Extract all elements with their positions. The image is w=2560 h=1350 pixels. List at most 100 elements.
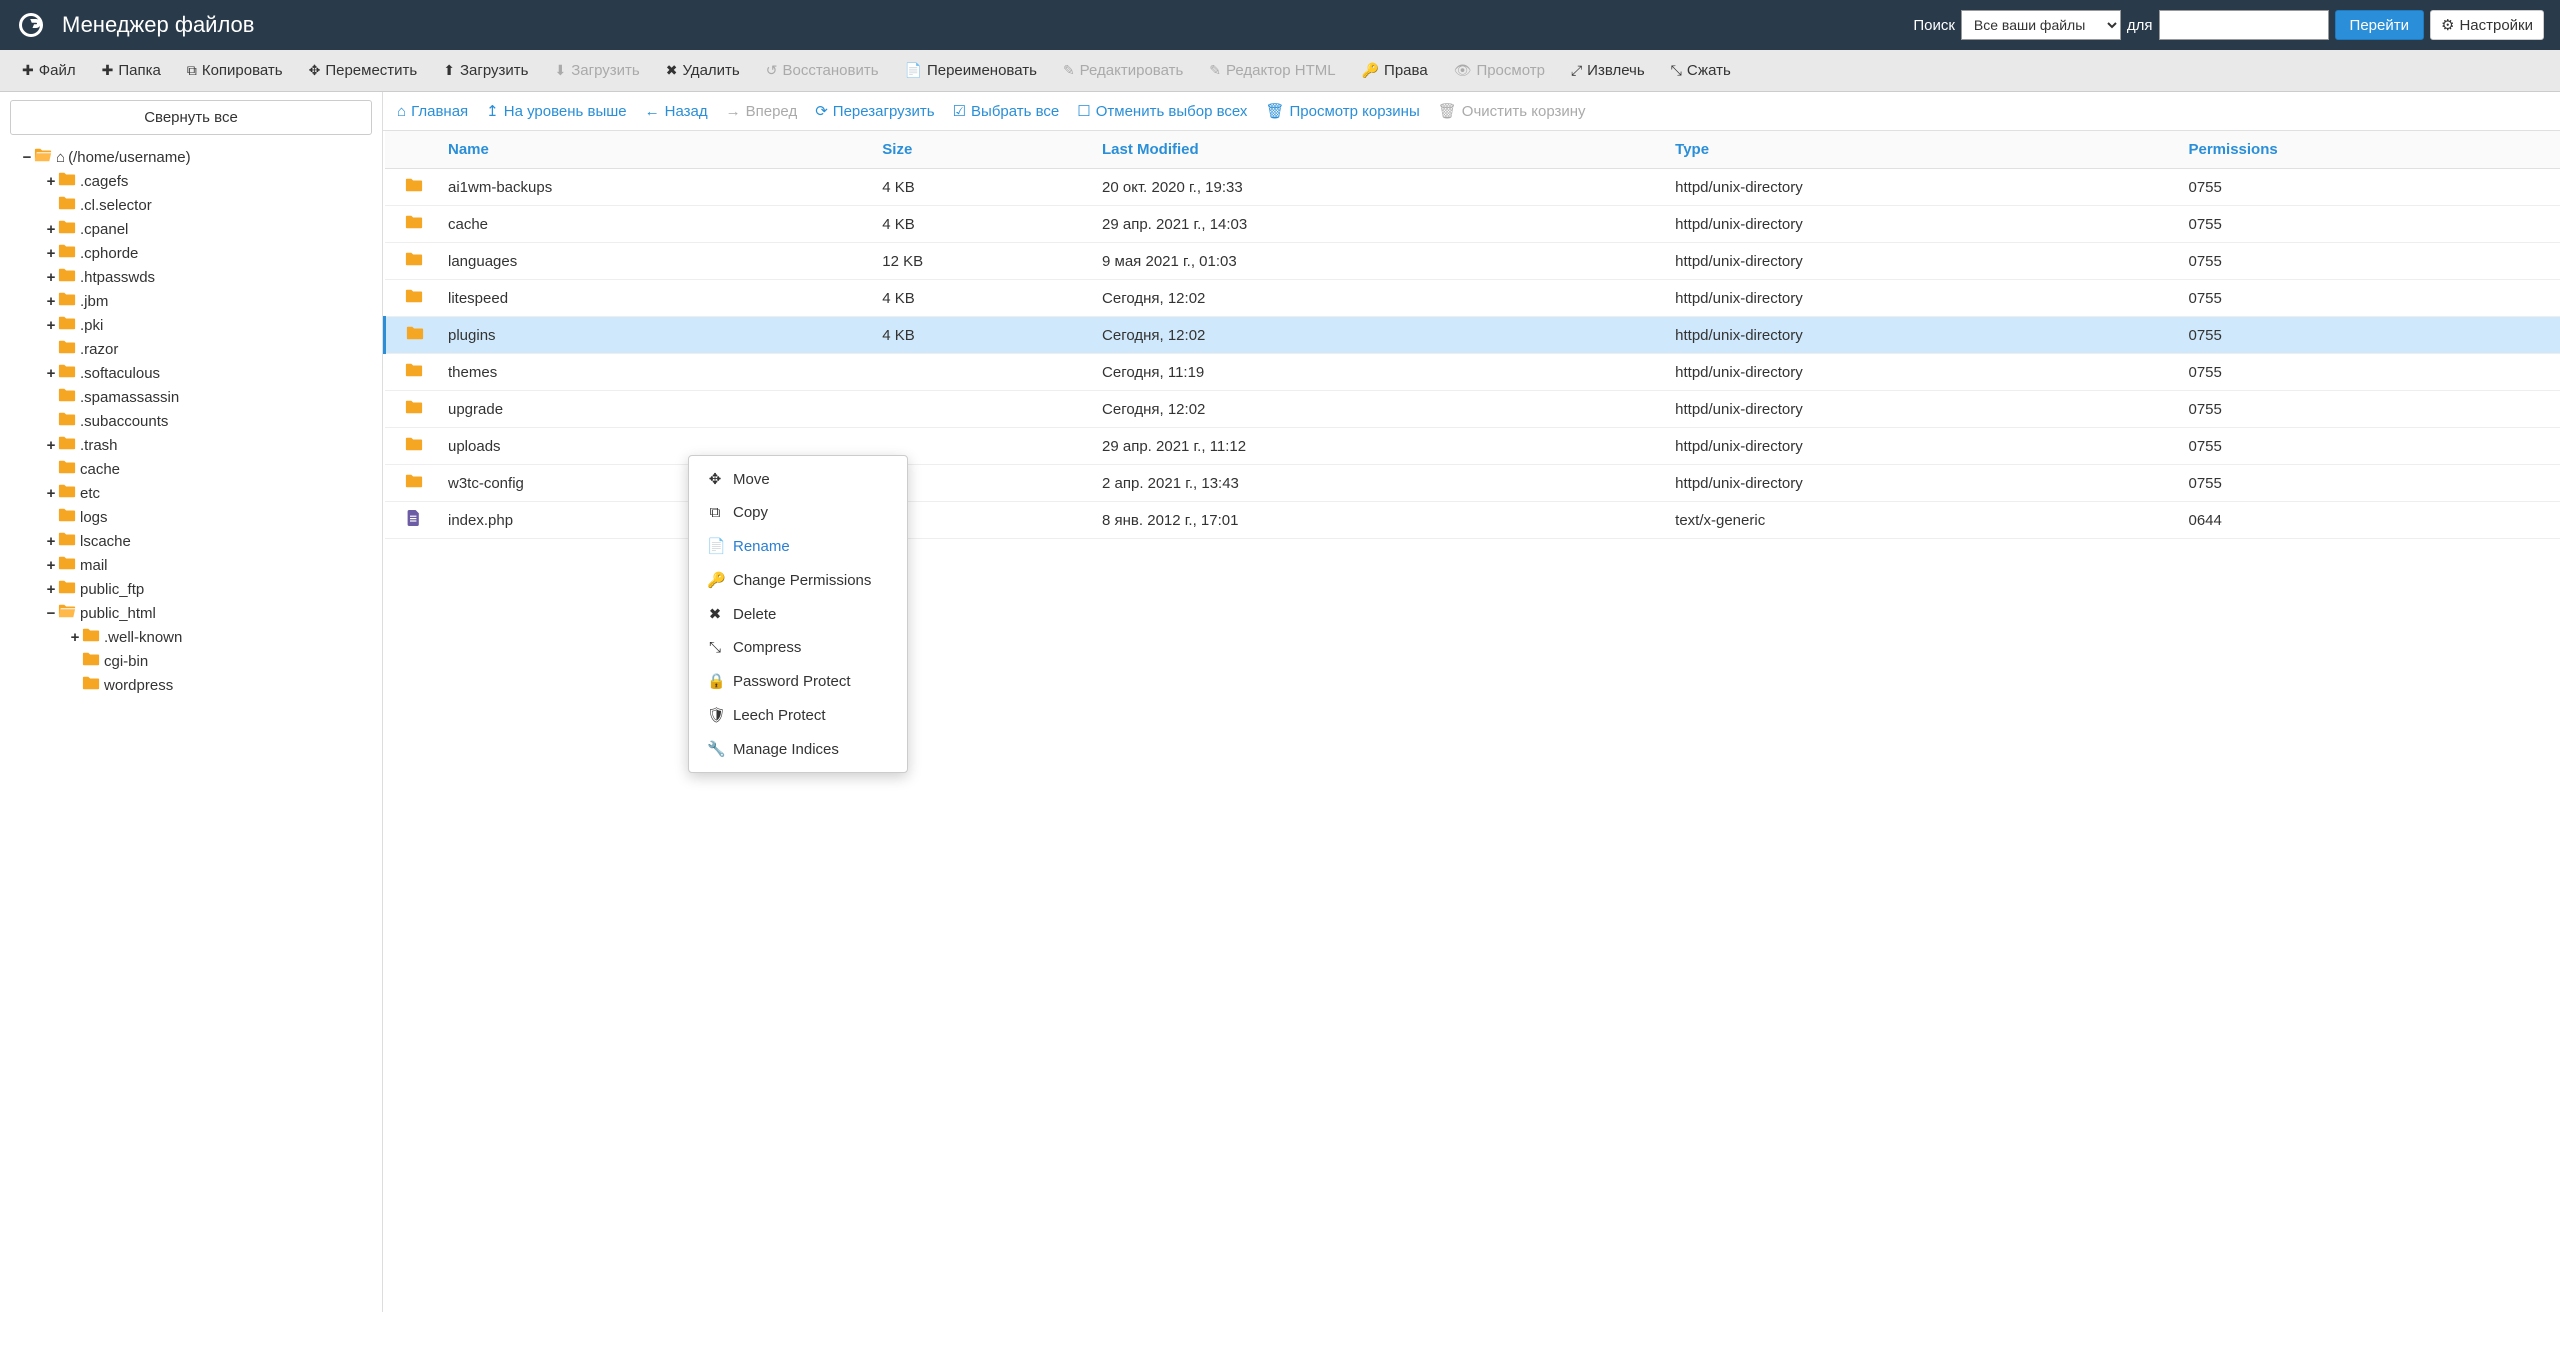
- tree-toggle[interactable]: +: [44, 485, 58, 502]
- ctx-leech[interactable]: 🛡Leech Protect: [689, 698, 907, 732]
- table-row[interactable]: upgrade Сегодня, 12:02 httpd/unix-direct…: [385, 391, 2560, 428]
- tree-item[interactable]: +.cpanel: [4, 217, 378, 241]
- ctx-rename[interactable]: 📄Rename: [689, 529, 907, 563]
- ctx-move[interactable]: ✥Move: [689, 462, 907, 496]
- tree-toggle[interactable]: +: [44, 269, 58, 286]
- search-go-button[interactable]: Перейти: [2335, 10, 2424, 40]
- tree-item[interactable]: +.jbm: [4, 289, 378, 313]
- tree-item[interactable]: +.trash: [4, 433, 378, 457]
- tree-item[interactable]: +.cagefs: [4, 169, 378, 193]
- nav-back[interactable]: ←Назад: [645, 103, 708, 120]
- tree-item[interactable]: +lscache: [4, 529, 378, 553]
- copy-icon: ⧉: [707, 504, 723, 521]
- table-row[interactable]: cache 4 KB 29 апр. 2021 г., 14:03 httpd/…: [385, 206, 2560, 243]
- search-scope-select[interactable]: Все ваши файлы: [1961, 10, 2121, 40]
- cell-type: httpd/unix-directory: [1663, 391, 2176, 428]
- html-editor-button[interactable]: ✎Редактор HTML: [1197, 56, 1347, 85]
- tree-item[interactable]: +.cphorde: [4, 241, 378, 265]
- tree-item[interactable]: .subaccounts: [4, 409, 378, 433]
- nav-view-trash[interactable]: 🗑Просмотр корзины: [1265, 102, 1419, 120]
- table-row[interactable]: plugins 4 KB Сегодня, 12:02 httpd/unix-d…: [385, 317, 2560, 354]
- nav-empty-trash[interactable]: 🗑Очистить корзину: [1438, 102, 1586, 120]
- col-size[interactable]: Size: [870, 131, 1090, 169]
- tree-item[interactable]: +public_ftp: [4, 577, 378, 601]
- tree-item[interactable]: cache: [4, 457, 378, 481]
- download-button[interactable]: ⬇Загрузить: [542, 56, 651, 85]
- tree-toggle[interactable]: −: [44, 605, 58, 622]
- folder-icon: [405, 214, 423, 234]
- tree-toggle[interactable]: −: [20, 149, 34, 166]
- tree-item[interactable]: +.softaculous: [4, 361, 378, 385]
- tree-item[interactable]: .spamassassin: [4, 385, 378, 409]
- tree-toggle[interactable]: +: [44, 317, 58, 334]
- upload-button[interactable]: ⬆Загрузить: [431, 56, 540, 85]
- tree-item[interactable]: +etc: [4, 481, 378, 505]
- collapse-all-button[interactable]: Свернуть все: [10, 100, 372, 135]
- restore-button[interactable]: ↺Восстановить: [754, 56, 891, 85]
- view-button[interactable]: 👁Просмотр: [1442, 56, 1557, 85]
- tree-item[interactable]: −public_html: [4, 601, 378, 625]
- cell-perms: 0755: [2177, 317, 2560, 354]
- tree-item[interactable]: +.pki: [4, 313, 378, 337]
- tree-toggle[interactable]: +: [44, 533, 58, 550]
- nav-up[interactable]: ↥На уровень выше: [486, 102, 626, 120]
- tree-toggle[interactable]: +: [44, 221, 58, 238]
- col-type[interactable]: Type: [1663, 131, 2176, 169]
- tree-item[interactable]: cgi-bin: [4, 649, 378, 673]
- delete-button[interactable]: ✖Удалить: [654, 56, 752, 85]
- tree-toggle[interactable]: +: [68, 629, 82, 646]
- move-button[interactable]: ✥Переместить: [297, 56, 430, 85]
- ctx-password[interactable]: 🔒Password Protect: [689, 664, 907, 698]
- x-icon: ✖: [666, 62, 678, 79]
- tree-item[interactable]: −⌂(/home/username): [4, 145, 378, 169]
- compress-button[interactable]: ⤡Сжать: [1659, 56, 1743, 85]
- tree-toggle[interactable]: +: [44, 437, 58, 454]
- folder-button[interactable]: ✚Папка: [90, 56, 173, 85]
- nav-reload[interactable]: ⟳Перезагрузить: [815, 102, 934, 120]
- tree-item[interactable]: +.well-known: [4, 625, 378, 649]
- table-row[interactable]: litespeed 4 KB Сегодня, 12:02 httpd/unix…: [385, 280, 2560, 317]
- search-input[interactable]: [2159, 10, 2329, 40]
- table-row[interactable]: languages 12 KB 9 мая 2021 г., 01:03 htt…: [385, 243, 2560, 280]
- tree-item[interactable]: .razor: [4, 337, 378, 361]
- col-name[interactable]: Name: [436, 131, 870, 169]
- col-modified[interactable]: Last Modified: [1090, 131, 1663, 169]
- tree-item[interactable]: +.htpasswds: [4, 265, 378, 289]
- ctx-copy[interactable]: ⧉Copy: [689, 496, 907, 529]
- ctx-delete[interactable]: ✖Delete: [689, 597, 907, 631]
- copy-button[interactable]: ⧉Копировать: [175, 56, 295, 85]
- tree-toggle[interactable]: +: [44, 581, 58, 598]
- col-perms[interactable]: Permissions: [2177, 131, 2560, 169]
- edit-button[interactable]: ✎Редактировать: [1051, 56, 1195, 85]
- tree-toggle[interactable]: +: [44, 173, 58, 190]
- ctx-chperm[interactable]: 🔑Change Permissions: [689, 563, 907, 597]
- tree-item[interactable]: wordpress: [4, 673, 378, 697]
- tree-toggle[interactable]: +: [44, 365, 58, 382]
- folder-icon: [405, 288, 423, 308]
- tree-item[interactable]: logs: [4, 505, 378, 529]
- table-row[interactable]: ai1wm-backups 4 KB 20 окт. 2020 г., 19:3…: [385, 169, 2560, 206]
- nav-home[interactable]: ⌂Главная: [397, 103, 468, 120]
- cell-perms: 0755: [2177, 280, 2560, 317]
- tree-toggle[interactable]: +: [44, 557, 58, 574]
- ctx-indices[interactable]: 🔧Manage Indices: [689, 732, 907, 766]
- rename-button[interactable]: 📄Переименовать: [893, 56, 1049, 85]
- table-row[interactable]: themes Сегодня, 11:19 httpd/unix-directo…: [385, 354, 2560, 391]
- tree-item[interactable]: .cl.selector: [4, 193, 378, 217]
- settings-button[interactable]: ⚙Настройки: [2430, 10, 2544, 40]
- tree-item[interactable]: +mail: [4, 553, 378, 577]
- ctx-compress[interactable]: ⤡Compress: [689, 631, 907, 664]
- folder-icon: [58, 483, 76, 503]
- extract-button[interactable]: ⤢Извлечь: [1559, 56, 1657, 85]
- file-icon: [405, 510, 423, 530]
- nav-deselect[interactable]: ☐Отменить выбор всех: [1077, 102, 1247, 120]
- permissions-button[interactable]: 🔑Права: [1350, 56, 1440, 85]
- tree-toggle[interactable]: +: [44, 293, 58, 310]
- folder-open-icon: [34, 147, 52, 167]
- tree-toggle[interactable]: +: [44, 245, 58, 262]
- nav-select-all[interactable]: ☑Выбрать все: [953, 102, 1060, 120]
- nav-forward[interactable]: →Вперед: [726, 103, 798, 120]
- file-button[interactable]: ✚Файл: [10, 56, 88, 85]
- folder-icon: [58, 171, 76, 191]
- folder-icon: [405, 399, 423, 419]
